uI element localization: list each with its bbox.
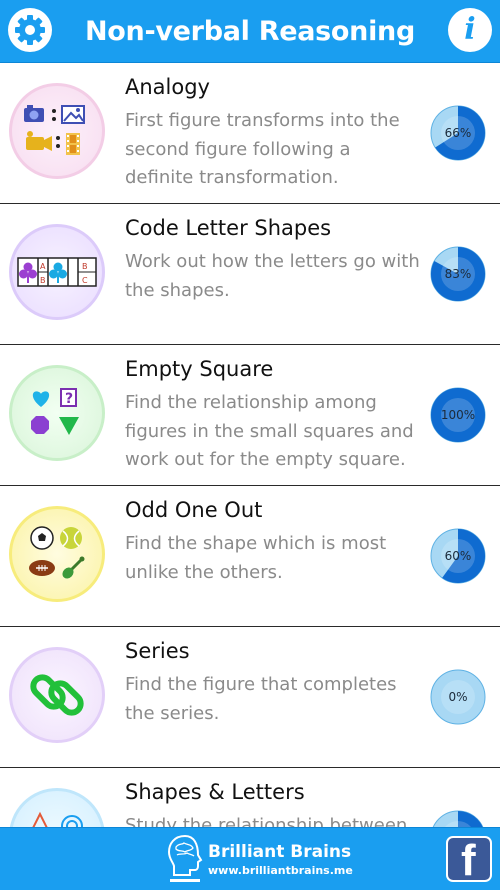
app-header: Non-verbal Reasoning i bbox=[0, 0, 500, 63]
code-letter: C bbox=[82, 276, 88, 285]
topic-title: Odd One Out bbox=[125, 498, 263, 522]
topic-title: Series bbox=[125, 639, 190, 663]
progress-label: 66% bbox=[444, 126, 472, 140]
progress-label: 83% bbox=[444, 267, 472, 281]
list-item-empty-square[interactable]: ? Empty Square Find the relationship amo… bbox=[0, 345, 500, 486]
app-footer: Brilliant Brains www.brilliantbrains.me … bbox=[0, 827, 500, 890]
odd-one-out-icon bbox=[9, 506, 105, 602]
shapes-letters-icon bbox=[9, 788, 105, 827]
empty-square-icon: ? bbox=[9, 365, 105, 461]
page-title: Non-verbal Reasoning bbox=[85, 16, 415, 47]
question-mark: ? bbox=[65, 391, 73, 407]
analogy-icon bbox=[9, 83, 105, 179]
info-icon: i bbox=[464, 12, 476, 47]
code-letter-shapes-icon: A B B C bbox=[9, 224, 105, 320]
topic-title: Code Letter Shapes bbox=[125, 216, 332, 240]
topic-description: Study the relationship between bbox=[125, 815, 408, 827]
code-letter: A bbox=[40, 262, 46, 271]
progress-ring: 60% bbox=[430, 528, 486, 584]
topic-description: Work out how the letters go with the sha… bbox=[125, 251, 420, 301]
brand-name: Brilliant Brains bbox=[208, 842, 352, 862]
progress-ring: 83% bbox=[430, 246, 486, 302]
code-letter: B bbox=[82, 262, 88, 271]
topic-title: Shapes & Letters bbox=[125, 780, 305, 804]
progress-ring bbox=[430, 810, 486, 827]
progress-ring: 0% bbox=[430, 669, 486, 725]
list-item-odd-one-out[interactable]: Odd One Out Find the shape which is most… bbox=[0, 486, 500, 627]
chain-link-icon bbox=[9, 647, 105, 743]
list-item-analogy[interactable]: Analogy First figure transforms into the… bbox=[0, 63, 500, 204]
topic-description: First figure transforms into the second … bbox=[125, 110, 400, 188]
facebook-icon: f bbox=[461, 836, 476, 882]
progress-ring: 100% bbox=[430, 387, 486, 443]
list-item-shapes-letters[interactable]: Shapes & Letters Study the relationship … bbox=[0, 768, 500, 827]
topic-description: Find the figure that completes the serie… bbox=[125, 674, 397, 724]
progress-label: 0% bbox=[448, 690, 468, 704]
info-button[interactable]: i bbox=[448, 8, 492, 52]
code-letter: B bbox=[40, 276, 46, 285]
progress-label: 60% bbox=[444, 549, 472, 563]
list-item-series[interactable]: Series Find the figure that completes th… bbox=[0, 627, 500, 768]
topic-title: Empty Square bbox=[125, 357, 274, 381]
brand-url[interactable]: www.brilliantbrains.me bbox=[208, 864, 353, 877]
brain-head-icon[interactable] bbox=[166, 833, 204, 885]
progress-label: 100% bbox=[440, 408, 476, 422]
facebook-button[interactable]: f bbox=[446, 836, 492, 882]
topic-description: Find the relationship among figures in t… bbox=[125, 392, 414, 470]
topic-title: Analogy bbox=[125, 75, 210, 99]
topic-list[interactable]: Analogy First figure transforms into the… bbox=[0, 63, 500, 827]
progress-ring: 66% bbox=[430, 105, 486, 161]
progress-label bbox=[430, 810, 486, 827]
topic-description: Find the shape which is most unlike the … bbox=[125, 533, 387, 583]
list-item-code-letter-shapes[interactable]: A B B C Code Letter Shapes Work out how … bbox=[0, 204, 500, 345]
